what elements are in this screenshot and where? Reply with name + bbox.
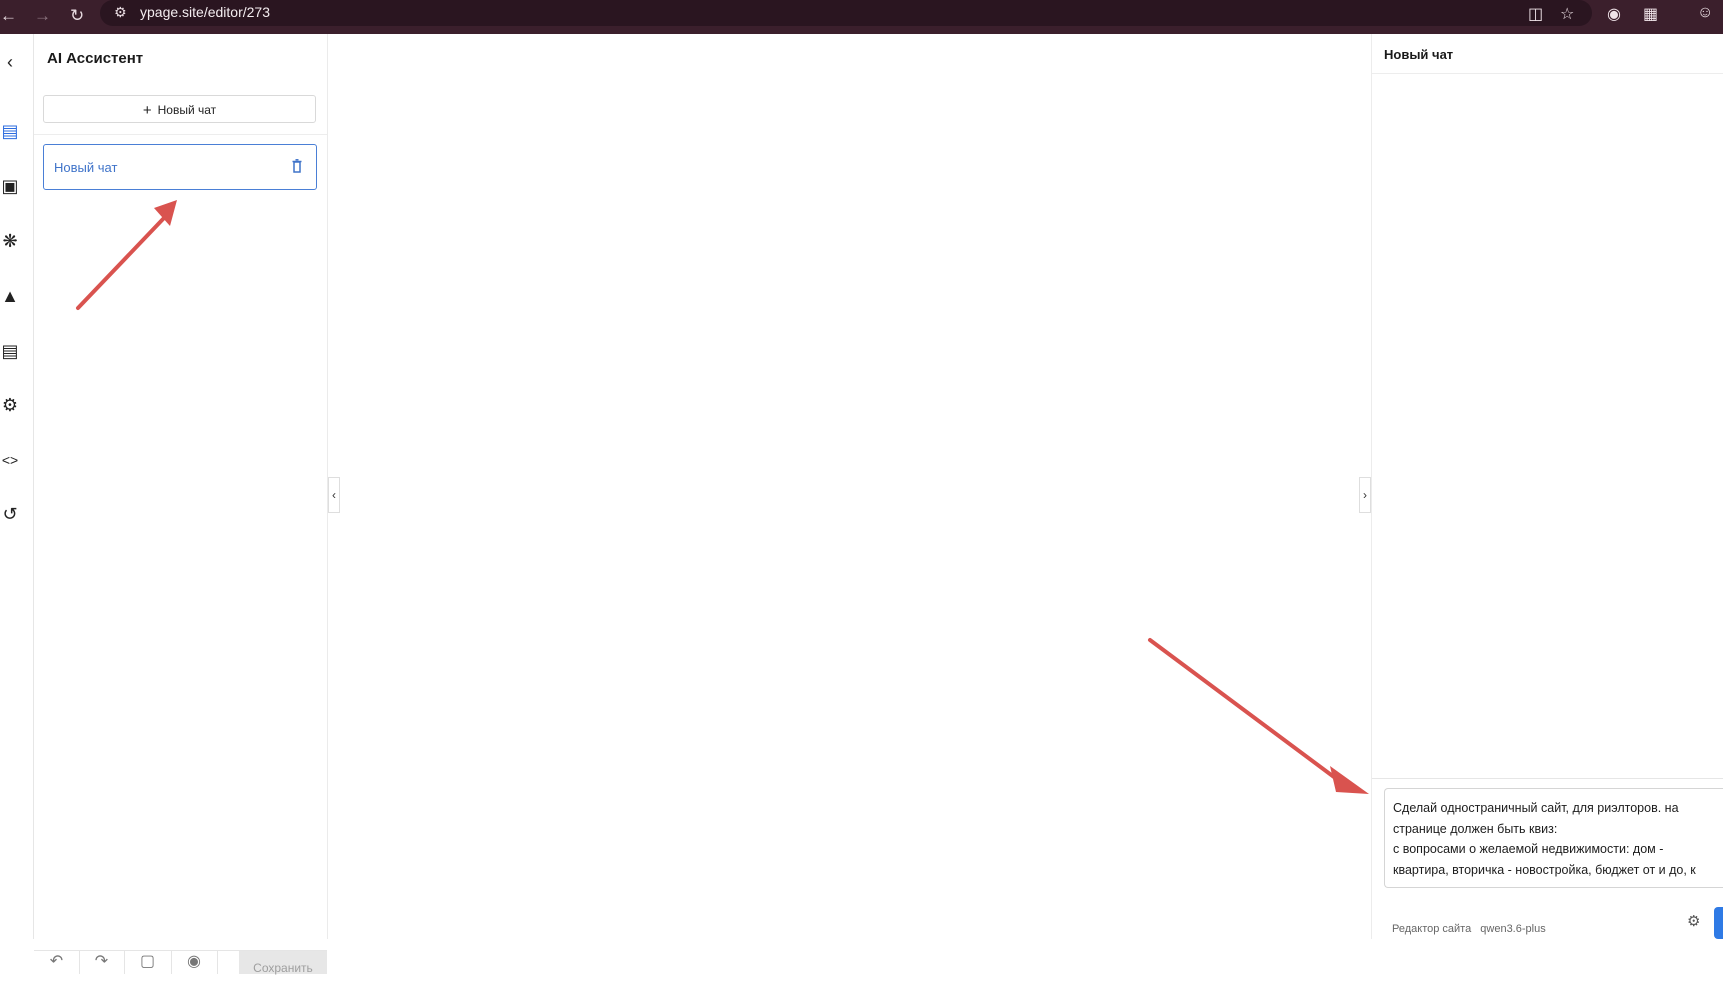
- chevron-left-icon[interactable]: ‹: [0, 51, 20, 73]
- url-text[interactable]: ypage.site/editor/273: [140, 4, 270, 20]
- trash-icon[interactable]: [292, 159, 302, 173]
- undo-icon[interactable]: ↶: [34, 951, 80, 974]
- gear-icon[interactable]: ⚙: [0, 394, 20, 416]
- editor-bottom-toolbar: ↶ ↷ ▢ ◉ Сохранить: [34, 950, 327, 975]
- divider: [34, 134, 327, 135]
- divider: [1372, 778, 1723, 779]
- profile-icon[interactable]: ☺: [1697, 4, 1713, 22]
- puzzle-icon[interactable]: ❋: [0, 230, 20, 252]
- mode-selector[interactable]: Редактор сайта: [1392, 923, 1471, 935]
- ai-assistant-panel: AI Ассистент + Новый чат Новый чат ↶ ↷ ▢ …: [34, 34, 328, 975]
- redo-icon[interactable]: ↷: [79, 951, 125, 974]
- collapse-left-panel-button[interactable]: ‹: [328, 477, 340, 513]
- save-button[interactable]: Сохранить: [239, 951, 327, 975]
- back-icon[interactable]: ←: [0, 6, 17, 26]
- chat-panel: Новый чат Сделай одностраничный сайт, дл…: [1371, 34, 1723, 939]
- send-button[interactable]: [1714, 907, 1723, 939]
- prompt-input[interactable]: Сделай одностраничный сайт, для риэлторо…: [1384, 788, 1723, 888]
- reload-icon[interactable]: ↻: [70, 6, 84, 26]
- plus-icon: +: [142, 102, 152, 119]
- collapse-right-panel-button[interactable]: ›: [1359, 477, 1371, 513]
- browser-toolbar: ← → ↻ ⚙ ypage.site/editor/273 ◫ ☆ ◉ ▦ ☺: [0, 0, 1723, 34]
- eye-icon[interactable]: ◉: [171, 951, 218, 974]
- document-icon[interactable]: ▤: [0, 340, 20, 362]
- image-icon[interactable]: ▣: [0, 175, 20, 197]
- history-icon[interactable]: ↺: [0, 503, 20, 525]
- extensions-puzzle-icon[interactable]: ▦: [1643, 4, 1658, 24]
- forward-icon[interactable]: →: [34, 6, 51, 26]
- bookmark-star-icon[interactable]: ☆: [1560, 4, 1574, 24]
- code-icon[interactable]: <>: [0, 449, 20, 471]
- divider: [1372, 73, 1723, 74]
- new-chat-label: Новый чат: [157, 103, 217, 117]
- editor-icon-rail: ‹ ▤ ▣ ❋ ▲ ▤ ⚙ <> ↺: [0, 34, 34, 939]
- model-selector[interactable]: qwen3.6-plus: [1480, 923, 1545, 935]
- install-app-icon[interactable]: ◫: [1528, 4, 1543, 24]
- palette-icon[interactable]: ▲: [0, 285, 20, 307]
- prompt-footer: Редактор сайта qwen3.6-plus: [1392, 923, 1552, 935]
- site-info-icon[interactable]: ⚙: [114, 4, 127, 21]
- chat-icon[interactable]: ▤: [0, 120, 20, 142]
- prompt-text[interactable]: Сделай одностраничный сайт, для риэлторо…: [1393, 798, 1723, 880]
- extension-color-icon[interactable]: ◉: [1607, 4, 1621, 24]
- arrow-annotation-2: [1148, 638, 1369, 794]
- new-chat-button[interactable]: + Новый чат: [43, 95, 316, 123]
- chat-item-label: Новый чат: [54, 160, 118, 175]
- address-bar[interactable]: ⚙ ypage.site/editor/273: [100, 0, 1592, 26]
- gear-icon[interactable]: ⚙: [1687, 912, 1700, 930]
- panel-title: AI Ассистент: [47, 50, 144, 67]
- device-preview-icon[interactable]: ▢: [124, 951, 172, 974]
- chat-list-item[interactable]: Новый чат: [43, 144, 317, 190]
- chat-panel-title: Новый чат: [1384, 47, 1454, 62]
